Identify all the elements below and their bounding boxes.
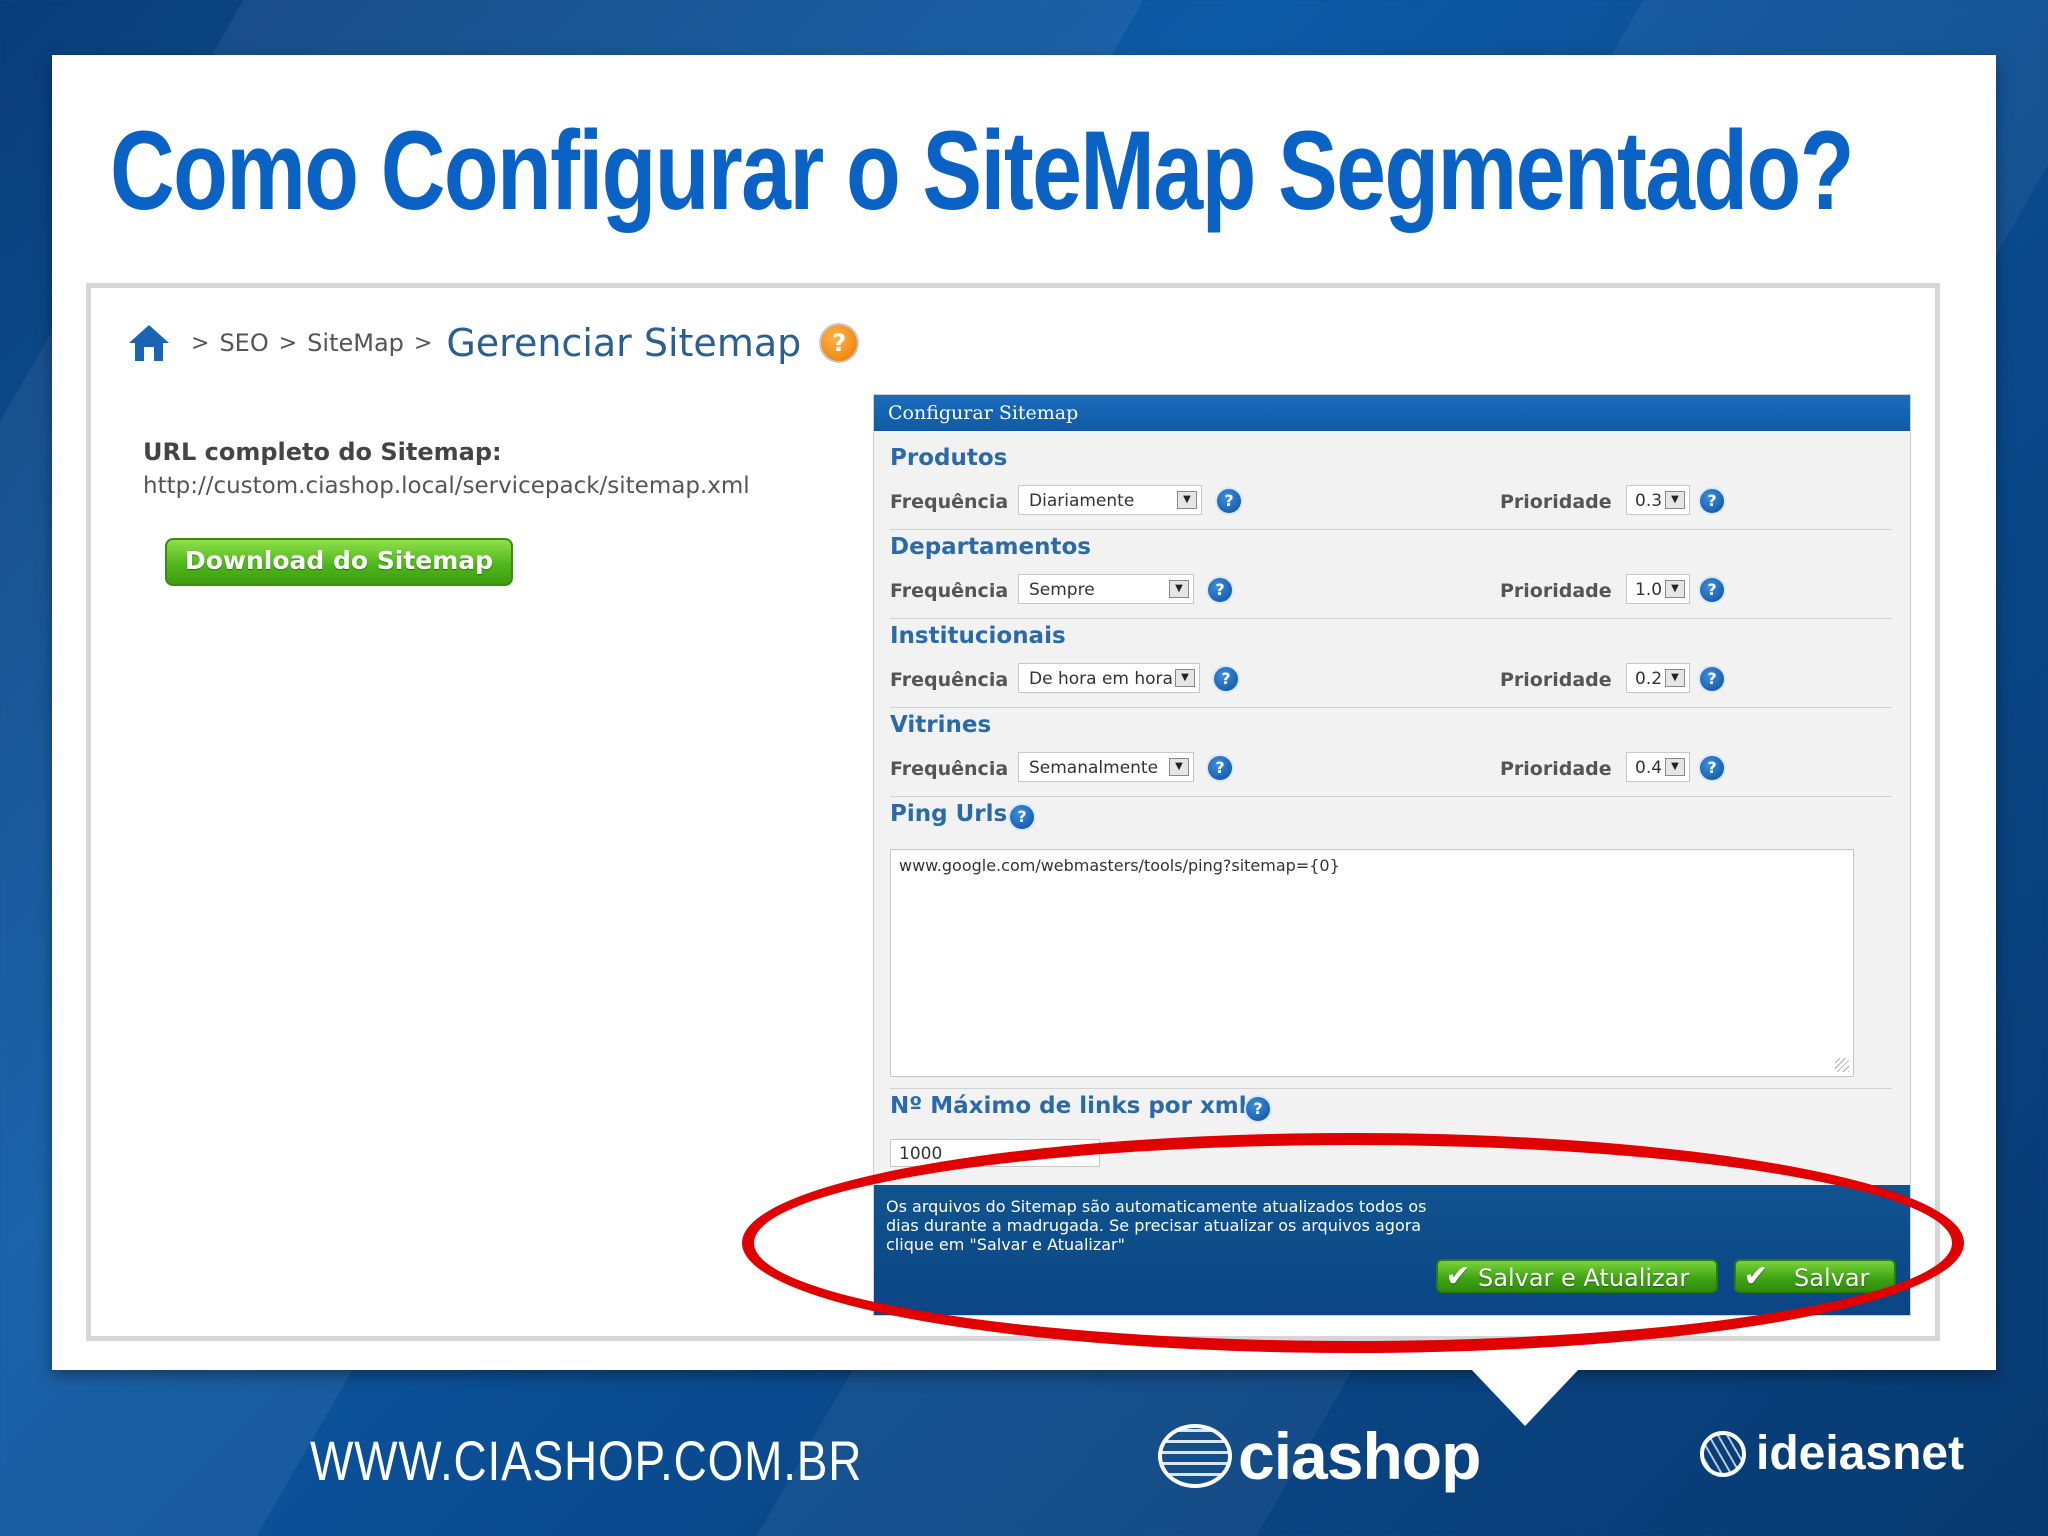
help-icon[interactable]: ?	[819, 323, 860, 363]
page-title: Gerenciar Sitemap	[446, 321, 802, 365]
ping-urls-textarea[interactable]: www.google.com/webmasters/tools/ping?sit…	[890, 849, 1854, 1077]
priority-select[interactable]: 0.3 ▼	[1626, 485, 1690, 515]
section-title: Vitrines	[890, 712, 992, 738]
section-row: Frequência Diariamente ▼ ? Prioridade 0.…	[890, 485, 1892, 521]
help-icon[interactable]: ?	[1698, 487, 1726, 515]
chevron-down-icon: ▼	[1169, 580, 1189, 598]
priority-label: Prioridade	[1500, 669, 1612, 691]
priority-label: Prioridade	[1500, 580, 1612, 602]
home-icon[interactable]	[127, 323, 171, 363]
section-vitrines: Vitrines Frequência Semanalmente ▼ ? Pri…	[890, 712, 1892, 797]
ideiasnet-logo: ideiasnet	[1700, 1426, 1964, 1481]
section-title: Institucionais	[890, 623, 1066, 649]
frequency-value: Semanalmente	[1029, 758, 1159, 778]
frequency-select[interactable]: Diariamente ▼	[1018, 485, 1202, 515]
priority-select[interactable]: 0.2 ▼	[1626, 663, 1690, 693]
section-title: Produtos	[890, 445, 1008, 471]
sitemap-url-value: http://custom.ciashop.local/servicepack/…	[143, 473, 750, 499]
section-row: Frequência De hora em hora ▼ ? Prioridad…	[890, 663, 1892, 699]
ping-urls-value: www.google.com/webmasters/tools/ping?sit…	[899, 856, 1340, 875]
frequency-value: De hora em hora	[1029, 669, 1173, 689]
breadcrumb-separator: >	[191, 330, 210, 356]
ideiasnet-logo-text: ideiasnet	[1756, 1427, 1965, 1480]
priority-value: 1.0	[1635, 580, 1663, 600]
breadcrumb-separator: >	[278, 330, 298, 356]
max-links-label: Nº Máximo de links por xml	[890, 1093, 1247, 1119]
help-icon[interactable]: ?	[1698, 576, 1726, 604]
section-row: Frequência Semanalmente ▼ ? Prioridade 0…	[890, 752, 1892, 788]
ciashop-logo-text: ciashop	[1238, 1419, 1481, 1493]
chevron-down-icon: ▼	[1665, 669, 1685, 687]
breadcrumb: > SEO > SiteMap > Gerenciar Sitemap ?	[127, 308, 860, 378]
sitemap-url-label: URL completo do Sitemap:	[143, 438, 502, 466]
chevron-down-icon: ▼	[1665, 580, 1685, 598]
frequency-select[interactable]: Semanalmente ▼	[1018, 752, 1194, 782]
help-icon[interactable]: ?	[1206, 576, 1234, 604]
priority-value: 0.2	[1635, 669, 1663, 689]
resize-grip-icon[interactable]	[1835, 1058, 1849, 1072]
ping-urls-label: Ping Urls	[890, 801, 1008, 827]
ciashop-logo-icon	[1158, 1424, 1232, 1488]
priority-value: 0.4	[1635, 758, 1663, 778]
slide-title: Como Configurar o SiteMap Segmentado?	[110, 108, 1854, 233]
download-sitemap-button[interactable]: Download do Sitemap	[165, 538, 513, 586]
chevron-down-icon: ▼	[1177, 491, 1197, 509]
help-icon[interactable]: ?	[1008, 803, 1036, 831]
section-produtos: Produtos Frequência Diariamente ▼ ? Prio…	[890, 445, 1892, 530]
chevron-down-icon: ▼	[1169, 758, 1189, 776]
section-departamentos: Departamentos Frequência Sempre ▼ ? Prio…	[890, 534, 1892, 619]
frequency-select[interactable]: De hora em hora ▼	[1018, 663, 1200, 693]
frequency-label: Frequência	[890, 669, 1009, 691]
section-institucionais: Institucionais Frequência De hora em hor…	[890, 623, 1892, 708]
slide-pointer	[1470, 1368, 1580, 1426]
frequency-value: Sempre	[1029, 580, 1095, 600]
frequency-label: Frequência	[890, 491, 1009, 513]
panel-title: Configurar Sitemap	[874, 395, 1910, 431]
frequency-label: Frequência	[890, 758, 1009, 780]
priority-select[interactable]: 1.0 ▼	[1626, 574, 1690, 604]
help-icon[interactable]: ?	[1244, 1095, 1272, 1123]
chevron-down-icon: ▼	[1665, 491, 1685, 509]
chevron-down-icon: ▼	[1175, 669, 1195, 687]
ciashop-logo: ciashop	[1158, 1418, 1481, 1494]
footer-url: WWW.CIASHOP.COM.BR	[310, 1429, 863, 1492]
help-icon[interactable]: ?	[1206, 754, 1234, 782]
priority-value: 0.3	[1635, 491, 1663, 511]
breadcrumb-separator: >	[413, 330, 433, 356]
highlight-oval	[742, 1133, 1964, 1353]
help-icon[interactable]: ?	[1698, 665, 1726, 693]
globe-icon	[1700, 1430, 1746, 1477]
chevron-down-icon: ▼	[1665, 758, 1685, 776]
help-icon[interactable]: ?	[1215, 487, 1243, 515]
section-row: Frequência Sempre ▼ ? Prioridade 1.0 ▼ ?	[890, 574, 1892, 610]
help-icon[interactable]: ?	[1212, 665, 1240, 693]
priority-label: Prioridade	[1500, 758, 1612, 780]
frequency-select[interactable]: Sempre ▼	[1018, 574, 1194, 604]
priority-select[interactable]: 0.4 ▼	[1626, 752, 1690, 782]
frequency-label: Frequência	[890, 580, 1009, 602]
section-title: Departamentos	[890, 534, 1091, 560]
priority-label: Prioridade	[1500, 491, 1612, 513]
breadcrumb-sitemap[interactable]: SiteMap	[307, 329, 404, 357]
frequency-value: Diariamente	[1029, 491, 1135, 511]
help-icon[interactable]: ?	[1698, 754, 1726, 782]
breadcrumb-seo[interactable]: SEO	[219, 329, 268, 357]
